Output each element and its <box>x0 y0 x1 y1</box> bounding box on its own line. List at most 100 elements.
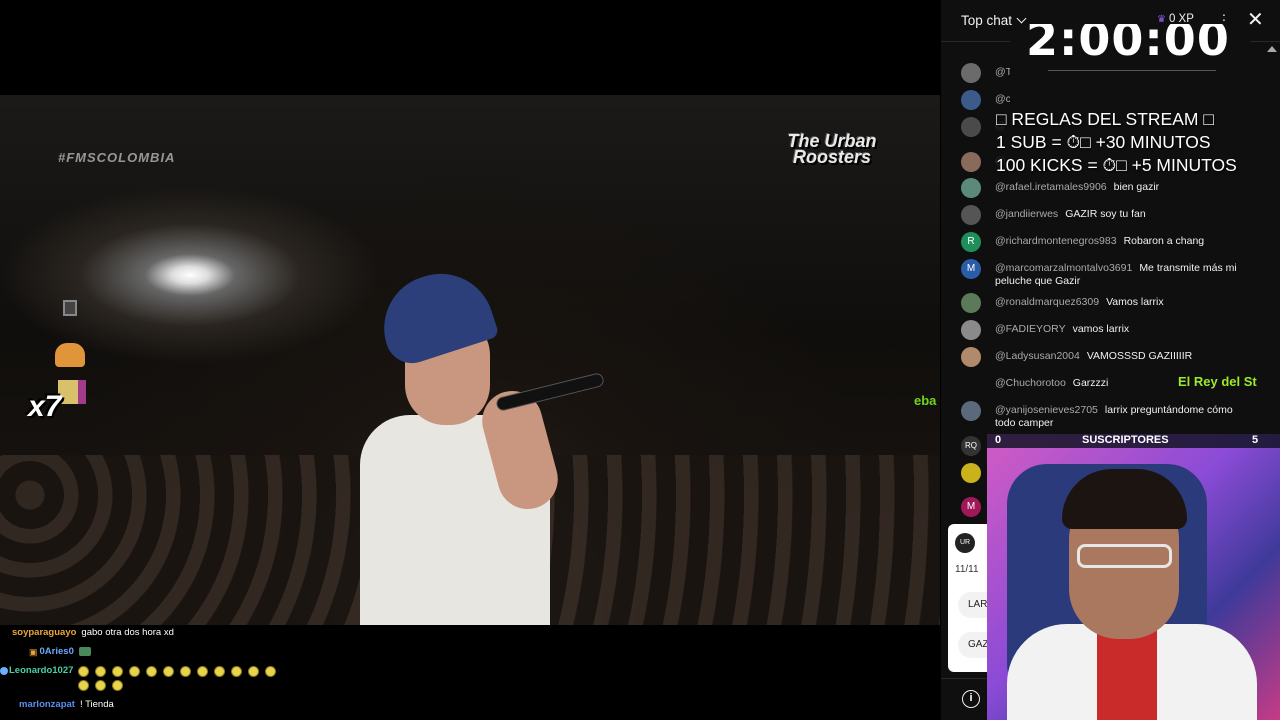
overlay-chat-message: ! Tienda <box>79 699 114 710</box>
event-watermark: #FMSCOLOMBIA <box>58 150 176 165</box>
stream-timer: 2:00:00 <box>1010 24 1250 106</box>
poll-option-2[interactable]: GAZ <box>958 632 989 658</box>
subscriber-bar: 0 SUSCRIPTORES 5 <box>987 434 1280 448</box>
side-overlay-text: eba <box>914 393 937 408</box>
pixel-character-head <box>55 343 85 367</box>
video-player[interactable]: #FMSCOLOMBIA The Urban Roosters x7 eba <box>0 95 940 625</box>
urban-roosters-logo: The Urban Roosters <box>787 131 877 167</box>
rules-line: 1 SUB = ⏱□ +30 MINUTOS <box>996 132 1211 152</box>
avatar[interactable] <box>961 374 981 394</box>
pixel-sprite-box <box>63 300 77 316</box>
overlay-chat-message: gabo otra dos hora xd <box>81 627 174 638</box>
emoji-icon <box>146 665 158 677</box>
avatar[interactable] <box>961 205 981 225</box>
chat-text: Garzzzi <box>1072 377 1109 389</box>
overlay-chat-name: soyparaguayo <box>12 627 77 638</box>
shirt-stripe <box>1097 629 1157 720</box>
chat-text: vamos larrix <box>1072 323 1130 335</box>
timer-underline <box>1048 70 1216 71</box>
avatar[interactable] <box>961 90 981 110</box>
avatar[interactable]: M <box>961 497 981 517</box>
chat-author[interactable]: @FADIEYORY <box>995 323 1066 335</box>
rules-line: 100 KICKS = ⏱□ +5 MINUTOS <box>996 155 1237 175</box>
emote-row <box>78 664 318 693</box>
sub-bar-goal: 5 <box>1252 434 1259 446</box>
avatar[interactable] <box>961 463 981 483</box>
emoji-icon <box>197 665 209 677</box>
emoji-icon <box>78 679 90 691</box>
chat-message: @rafael.iretamales9906 bien gazir <box>961 178 1271 198</box>
chat-text: GAZIR soy tu fan <box>1065 208 1146 220</box>
chat-text: VAMOSSSD GAZIIIIIR <box>1086 350 1193 362</box>
rules-title: □ REGLAS DEL STREAM □ <box>996 109 1214 129</box>
stream-rules: □ REGLAS DEL STREAM □ 1 SUB = ⏱□ +30 MIN… <box>996 108 1237 177</box>
avatar[interactable] <box>961 347 981 367</box>
emoji-icon <box>248 665 260 677</box>
sub-badge-icon: ▣ <box>29 647 38 657</box>
avatar[interactable]: R <box>961 232 981 252</box>
chat-text: Vamos larrix <box>1106 296 1164 308</box>
overlay-chat-row: Leonardo1027 <box>0 664 420 693</box>
stream-viewer: #FMSCOLOMBIA The Urban Roosters x7 eba s… <box>0 0 1280 720</box>
overlay-chat-name: Leonardo1027 <box>9 665 74 676</box>
emoji-icon <box>112 679 124 691</box>
emoji-icon <box>180 665 192 677</box>
chat-message: @ronaldmarquez6309 Vamos larrix <box>961 293 1271 313</box>
emoji-icon <box>112 665 124 677</box>
chat-author[interactable]: @rafael.iretamales9906 <box>995 181 1107 193</box>
emoji-icon <box>95 679 107 691</box>
multiplier-badge: x7 <box>28 390 62 423</box>
streamer-webcam: 0 SUSCRIPTORES 5 <box>987 434 1280 720</box>
overlay-chat-row: ▣ 0Aries0 <box>0 645 420 659</box>
overlay-chat-row: soyparaguayo gabo otra dos hora xd <box>0 626 420 640</box>
channel-logo-icon: UR <box>955 533 975 553</box>
avatar[interactable]: M <box>961 259 981 279</box>
chat-author[interactable]: @c <box>995 93 1011 105</box>
info-icon[interactable]: i <box>962 690 980 708</box>
chat-message: M @marcomarzalmontalvo3691 Me transmite m… <box>961 259 1271 288</box>
emote-icon <box>78 647 91 656</box>
chat-message: @jandiierwes GAZIR soy tu fan <box>961 205 1271 225</box>
chat-author[interactable]: @marcomarzalmontalvo3691 <box>995 262 1132 274</box>
avatar[interactable]: RQ <box>961 436 981 456</box>
chat-author[interactable]: @Chuchorotoo <box>995 377 1066 389</box>
chat-text: Robaron a chang <box>1123 235 1205 247</box>
chat-author[interactable]: @Ladysusan2004 <box>995 350 1080 362</box>
streamer-glasses <box>1077 544 1172 568</box>
poll-date: 11/11 <box>955 564 979 575</box>
chat-message: @yanijosenieves2705 larrix preguntándome … <box>961 401 1271 430</box>
performer-figure <box>360 259 606 625</box>
overlay-chat-row: marlonzapat ! Tienda <box>0 698 420 712</box>
overlay-chat: soyparaguayo gabo otra dos hora xd ▣ 0Ar… <box>0 626 420 717</box>
chevron-down-icon <box>1016 13 1027 24</box>
chat-text: bien gazir <box>1113 181 1160 193</box>
emoji-icon <box>265 665 277 677</box>
chat-message: R @richardmontenegros983 Robaron a chang <box>961 232 1271 252</box>
pixel-character-body <box>58 380 86 404</box>
badge-icon <box>0 667 8 675</box>
avatar[interactable] <box>961 293 981 313</box>
chat-author[interactable]: @jandiierwes <box>995 208 1058 220</box>
scroll-up-icon[interactable] <box>1267 46 1277 52</box>
emoji-icon <box>78 665 90 677</box>
avatar[interactable] <box>961 63 981 83</box>
chat-author[interactable]: @ronaldmarquez6309 <box>995 296 1099 308</box>
chat-author[interactable]: @yanijosenieves2705 <box>995 404 1098 416</box>
avatar[interactable] <box>961 152 981 172</box>
emoji-icon <box>163 665 175 677</box>
chat-author[interactable]: @richardmontenegros983 <box>995 235 1117 247</box>
avatar[interactable] <box>961 320 981 340</box>
chat-message: @Ladysusan2004 VAMOSSSD GAZIIIIIR <box>961 347 1271 367</box>
sub-bar-label: SUSCRIPTORES <box>1082 434 1169 446</box>
avatar[interactable] <box>961 117 981 137</box>
avatar[interactable] <box>961 401 981 421</box>
emoji-icon <box>214 665 226 677</box>
king-label: El Rey del St <box>1178 374 1257 389</box>
sub-bar-start: 0 <box>995 434 1002 446</box>
overlay-chat-name: 0Aries0 <box>39 646 74 657</box>
poll-option-1[interactable]: LAR <box>958 592 988 618</box>
overlay-chat-name: marlonzapat <box>19 699 75 710</box>
avatar[interactable] <box>961 178 981 198</box>
emoji-icon <box>231 665 243 677</box>
chat-mode-label: Top chat <box>961 13 1013 28</box>
